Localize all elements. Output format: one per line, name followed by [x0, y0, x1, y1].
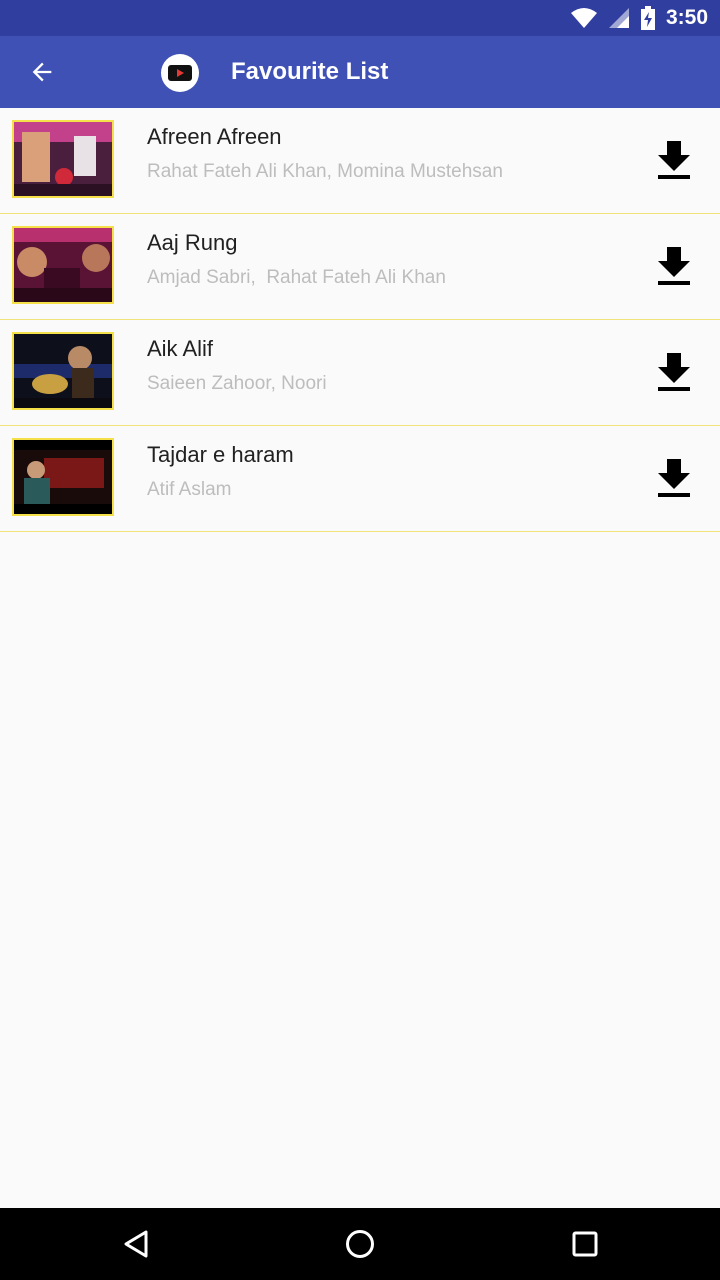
status-bar: 3:50	[0, 0, 720, 36]
song-title: Aik Alif	[147, 336, 214, 361]
recents-square-icon	[572, 1231, 598, 1257]
app-bar: Favourite List	[0, 36, 720, 108]
video-thumbnail	[12, 332, 114, 410]
nav-back-button[interactable]	[112, 1220, 160, 1268]
song-title: Tajdar e haram	[147, 442, 294, 467]
list-item[interactable]: Afreen Afreen Rahat Fateh Ali Khan, Momi…	[0, 108, 720, 214]
download-icon	[658, 353, 690, 391]
list-item[interactable]: Aaj Rung Amjad Sabri, Rahat Fateh Ali Kh…	[0, 214, 720, 320]
song-title: Aaj Rung	[147, 230, 238, 255]
list-item[interactable]: Aik Alif Saieen Zahoor, Noori	[0, 320, 720, 426]
song-title: Afreen Afreen	[147, 124, 282, 149]
home-circle-icon	[346, 1230, 374, 1258]
download-icon	[658, 141, 690, 179]
list-item[interactable]: Tajdar e haram Atif Aslam	[0, 426, 720, 532]
download-icon	[658, 247, 690, 285]
download-icon	[658, 459, 690, 497]
song-artists: Saieen Zahoor, Noori	[147, 373, 327, 394]
nav-home-button[interactable]	[336, 1220, 384, 1268]
video-thumbnail	[12, 120, 114, 198]
battery-charging-icon	[640, 6, 655, 30]
song-artists: Atif Aslam	[147, 479, 232, 500]
video-thumbnail	[12, 438, 114, 516]
wifi-icon	[570, 8, 597, 28]
back-triangle-icon	[124, 1230, 148, 1258]
download-button[interactable]	[646, 242, 702, 290]
song-artists: Rahat Fateh Ali Khan, Momina Mustehsan	[147, 161, 503, 182]
download-button[interactable]	[646, 136, 702, 184]
favourite-list: Afreen Afreen Rahat Fateh Ali Khan, Momi…	[0, 108, 720, 532]
play-logo-icon	[168, 65, 192, 81]
status-icons: 3:50	[570, 0, 708, 36]
download-button[interactable]	[646, 454, 702, 502]
nav-recents-button[interactable]	[561, 1220, 609, 1268]
download-button[interactable]	[646, 348, 702, 396]
back-button[interactable]	[14, 48, 70, 96]
cell-signal-icon	[608, 8, 629, 28]
arrow-back-icon	[32, 62, 52, 82]
song-artists: Amjad Sabri, Rahat Fateh Ali Khan	[147, 267, 446, 288]
app-logo	[161, 54, 199, 92]
page-title: Favourite List	[231, 58, 389, 85]
system-nav-bar	[0, 1208, 720, 1280]
video-thumbnail	[12, 226, 114, 304]
status-time: 3:50	[665, 6, 708, 29]
